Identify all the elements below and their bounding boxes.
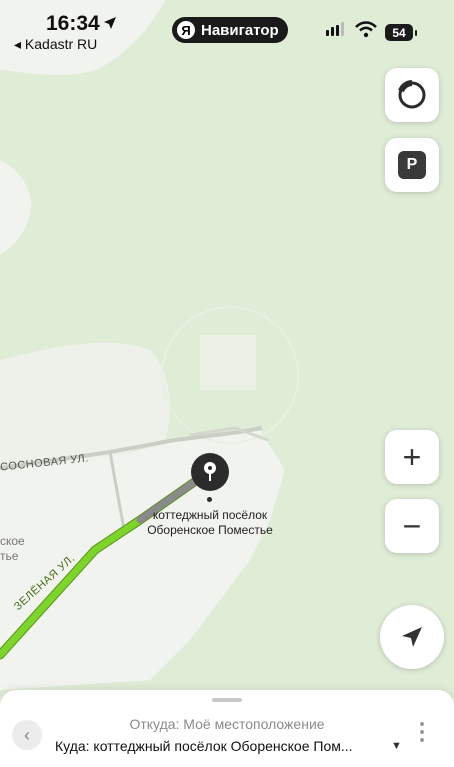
status-bar: 16:34 ◂ Kadastr RU Я Навигатор 54 [0,0,454,60]
navigator-app-pill[interactable]: Я Навигатор [172,17,288,43]
cellular-signal-icon [326,22,344,36]
route-sheet[interactable]: ‹ Откуда: Моё местоположение Куда: котте… [0,690,454,767]
app-pill-label: Навигатор [201,21,279,39]
chevron-down-icon[interactable]: ▼ [391,740,402,752]
more-options-icon[interactable] [420,722,424,746]
clock-time: 16:34 [46,12,100,35]
parking-icon: P [398,151,426,179]
battery-indicator: 54 [385,24,417,41]
place-label-fragment: ское тье [0,534,25,564]
route-from-field[interactable]: Откуда: Моё местоположение [0,716,454,732]
locate-me-button[interactable] [380,605,444,669]
zoom-out-button[interactable]: − [385,499,439,553]
destination-pin[interactable] [191,453,229,491]
pin-anchor-dot [207,497,212,502]
parking-button[interactable]: P [385,138,439,192]
circle-layers-icon [398,80,426,109]
yandex-logo-icon: Я [177,21,195,39]
sheet-drag-handle[interactable] [212,698,242,702]
navigation-arrow-icon [402,627,422,647]
poi-label-line2: Оборенское Поместье [147,523,273,537]
zoom-in-button[interactable]: + [385,430,439,484]
place-label-fragment-line2: тье [0,549,19,563]
place-label-fragment-line1: ское [0,534,25,548]
route-to-field[interactable]: Куда: коттеджный посёлок Оборенское Пом.… [55,738,353,754]
layers-button[interactable] [385,68,439,122]
wifi-icon [355,21,377,38]
poi-label-line1: коттеджный посёлок [152,508,268,522]
poi-label[interactable]: коттеджный посёлок Оборенское Поместье [130,508,290,538]
location-arrow-icon [104,17,116,29]
map-pin-icon [204,462,216,481]
back-to-app-link[interactable]: ◂ Kadastr RU [14,36,97,53]
